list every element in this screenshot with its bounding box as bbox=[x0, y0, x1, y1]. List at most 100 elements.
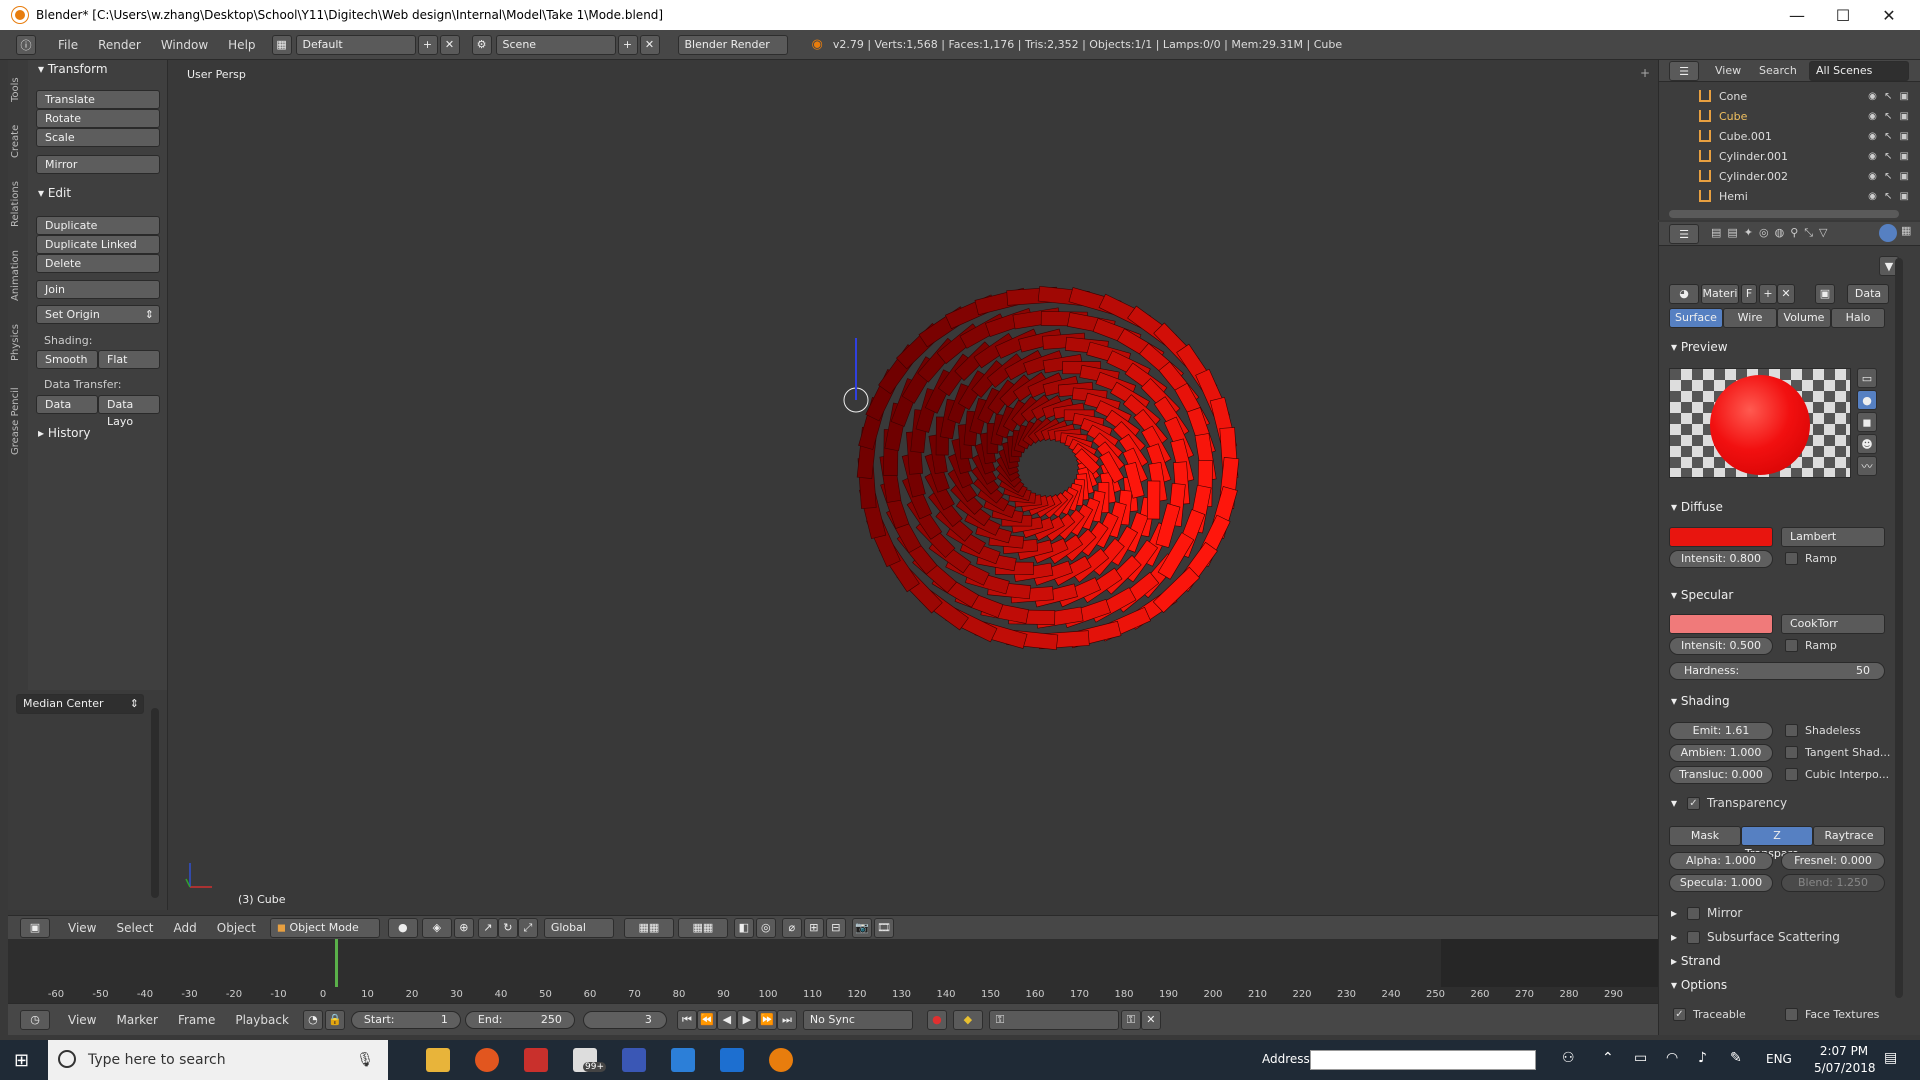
prev-keyframe-icon[interactable]: ⏪ bbox=[696, 1009, 717, 1030]
specular-intensity-field[interactable]: Intensit: 0.500 bbox=[1669, 637, 1773, 655]
tab-relations[interactable]: Relations bbox=[10, 170, 26, 238]
data-layout-button[interactable]: Data Layo bbox=[98, 395, 160, 428]
current-frame-indicator[interactable] bbox=[335, 939, 338, 987]
tab-wire[interactable]: Wire bbox=[1723, 308, 1777, 328]
tab-animation[interactable]: Animation bbox=[10, 242, 26, 310]
editor-type-icon[interactable]: ☰ bbox=[1669, 61, 1699, 81]
remove-scene-icon[interactable]: ✕ bbox=[639, 34, 660, 55]
hardness-field[interactable]: Hardness: 50 bbox=[1669, 662, 1885, 680]
texture-tab-icon[interactable]: ▦ bbox=[1901, 224, 1917, 242]
insert-keyframe-icon[interactable]: ⚿ bbox=[1120, 1009, 1141, 1030]
rotate-button[interactable]: Rotate bbox=[36, 109, 160, 128]
material-name-field[interactable]: Materi bbox=[1701, 284, 1739, 304]
material-browse-icon[interactable]: ◕ bbox=[1669, 284, 1699, 304]
diffuse-intensity-field[interactable]: Intensit: 0.800 bbox=[1669, 550, 1773, 568]
duplicate-linked-button[interactable]: Duplicate Linked bbox=[36, 235, 160, 254]
preview-monkey-icon[interactable]: ☻ bbox=[1857, 434, 1877, 454]
fresnel-field[interactable]: Fresnel: 0.000 bbox=[1781, 852, 1885, 870]
clock-date[interactable]: 5/07/2018 bbox=[1814, 1061, 1876, 1075]
translucency-field[interactable]: Transluc: 0.000 bbox=[1669, 766, 1773, 784]
editor-type-icon[interactable]: ◷ bbox=[20, 1009, 50, 1030]
delete-button[interactable]: Delete bbox=[36, 254, 160, 273]
preview-hair-icon[interactable]: 〰 bbox=[1857, 456, 1877, 476]
tab-tools[interactable]: Tools bbox=[10, 68, 26, 112]
start-frame-field[interactable]: Start: 1 bbox=[350, 1010, 461, 1029]
address-input[interactable] bbox=[1310, 1050, 1536, 1070]
scale-button[interactable]: Scale bbox=[36, 128, 160, 147]
diffuse-color-swatch[interactable] bbox=[1669, 527, 1773, 547]
proportional-edit-icon[interactable]: ◎ bbox=[755, 917, 776, 938]
close-button[interactable]: ✕ bbox=[1866, 0, 1912, 30]
add-scene-icon[interactable]: + bbox=[617, 34, 638, 55]
wifi-icon[interactable]: ◠ bbox=[1666, 1050, 1678, 1066]
firefox-icon[interactable] bbox=[475, 1048, 499, 1072]
tab-physics[interactable]: Physics bbox=[10, 314, 26, 372]
rotate-manipulator-icon[interactable]: ↻ bbox=[497, 917, 518, 938]
transparency-z-button[interactable]: Z Transpare... bbox=[1741, 826, 1813, 860]
remove-layout-icon[interactable]: ✕ bbox=[439, 34, 460, 55]
editor-type-icon[interactable]: ⓘ bbox=[16, 34, 36, 55]
add-layout-icon[interactable]: + bbox=[417, 34, 438, 55]
battery-icon[interactable]: ▭ bbox=[1634, 1050, 1647, 1066]
outliner-item[interactable]: Cone ◉ ↖ ▣ bbox=[1699, 87, 1919, 105]
3d-viewport[interactable]: User Persp + (3) Cube bbox=[168, 60, 1658, 915]
tab-create[interactable]: Create bbox=[10, 116, 26, 166]
scrollbar[interactable] bbox=[151, 708, 159, 898]
edit-panel-header[interactable]: ▾ Edit bbox=[38, 186, 71, 200]
sss-checkbox[interactable] bbox=[1687, 931, 1700, 944]
outliner-item[interactable]: Cylinder.002 ◉ ↖ ▣ bbox=[1699, 167, 1919, 185]
timeline[interactable]: -60 -50 -40 -30 -20 -10 0 10 20 30 40 50 60 70 80 90 100… bbox=[8, 939, 1658, 1003]
outliner-item[interactable]: Cube.001 ◉ ↖ ▣ bbox=[1699, 127, 1919, 145]
specular-ramp-checkbox[interactable] bbox=[1785, 639, 1798, 652]
maximize-button[interactable]: ☐ bbox=[1820, 0, 1866, 30]
shield-app-icon[interactable] bbox=[720, 1048, 744, 1072]
specular-color-swatch[interactable] bbox=[1669, 614, 1773, 634]
shadeless-checkbox[interactable] bbox=[1785, 724, 1798, 737]
menu-frame[interactable]: Frame bbox=[168, 1013, 225, 1027]
app-red-icon[interactable] bbox=[524, 1048, 548, 1072]
outliner-item[interactable]: Hemi ◉ ↖ ▣ bbox=[1699, 187, 1919, 205]
jump-end-icon[interactable]: ⏭ bbox=[776, 1009, 797, 1030]
teams-icon[interactable] bbox=[671, 1048, 695, 1072]
visibility-toggles-icon[interactable]: ◉ ↖ ▣ bbox=[1868, 191, 1911, 202]
face-textures-checkbox[interactable] bbox=[1785, 1008, 1798, 1021]
specular-alpha-field[interactable]: Specula: 1.000 bbox=[1669, 874, 1773, 892]
preview-sphere-icon[interactable]: ● bbox=[1857, 390, 1877, 410]
set-origin-select[interactable]: Set Origin ⇕ bbox=[36, 305, 160, 324]
preview-panel-header[interactable]: ▾ Preview bbox=[1671, 340, 1728, 354]
options-panel-header[interactable]: ▾ Options bbox=[1671, 978, 1727, 992]
snap-element-icon[interactable]: ⊟ bbox=[825, 917, 846, 938]
smooth-button[interactable]: Smooth bbox=[36, 350, 98, 369]
menu-view[interactable]: View bbox=[58, 1013, 106, 1027]
people-icon[interactable]: ⚇ bbox=[1562, 1050, 1575, 1066]
translate-manipulator-icon[interactable]: ↗ bbox=[477, 917, 498, 938]
snap-icon[interactable]: ⌀ bbox=[781, 917, 802, 938]
pivot-select[interactable]: Median Center ⇕ bbox=[16, 694, 144, 714]
outliner-scrollbar[interactable] bbox=[1669, 210, 1899, 218]
microphone-icon[interactable]: 🎙 bbox=[356, 1052, 374, 1068]
show-hidden-icon[interactable]: ⌃ bbox=[1602, 1050, 1614, 1066]
manipulator-icon[interactable]: ⊕ bbox=[453, 917, 474, 938]
play-reverse-icon[interactable]: ◀ bbox=[716, 1009, 737, 1030]
render-engine-select[interactable]: Blender Render bbox=[677, 34, 788, 55]
transparency-mask-button[interactable]: Mask bbox=[1669, 826, 1741, 846]
blend-field[interactable]: Blend: 1.250 bbox=[1781, 874, 1885, 892]
outliner-view-menu[interactable]: View bbox=[1715, 64, 1741, 77]
add-material-icon[interactable]: + bbox=[1759, 284, 1777, 304]
visibility-toggles-icon[interactable]: ◉ ↖ ▣ bbox=[1868, 111, 1911, 122]
pivot-point-icon[interactable]: ◈ bbox=[421, 917, 452, 938]
scale-manipulator-icon[interactable]: ⤢ bbox=[517, 917, 538, 938]
strand-panel-header[interactable]: ▸ Strand bbox=[1671, 954, 1721, 968]
visibility-toggles-icon[interactable]: ◉ ↖ ▣ bbox=[1868, 91, 1911, 102]
mirror-button[interactable]: Mirror bbox=[36, 155, 160, 174]
properties-scrollbar[interactable] bbox=[1895, 258, 1903, 998]
layout-select[interactable]: Default bbox=[295, 34, 416, 55]
file-explorer-icon[interactable] bbox=[426, 1048, 450, 1072]
blender-taskbar-icon[interactable] bbox=[769, 1048, 793, 1072]
visibility-toggles-icon[interactable]: ◉ ↖ ▣ bbox=[1868, 171, 1911, 182]
specular-panel-header[interactable]: ▾ Specular bbox=[1671, 588, 1733, 602]
tab-grease-pencil[interactable]: Grease Pencil bbox=[10, 376, 26, 466]
fake-user-button[interactable]: F bbox=[1741, 284, 1757, 304]
notes-icon[interactable] bbox=[622, 1048, 646, 1072]
delete-keyframe-icon[interactable]: ✕ bbox=[1140, 1009, 1161, 1030]
